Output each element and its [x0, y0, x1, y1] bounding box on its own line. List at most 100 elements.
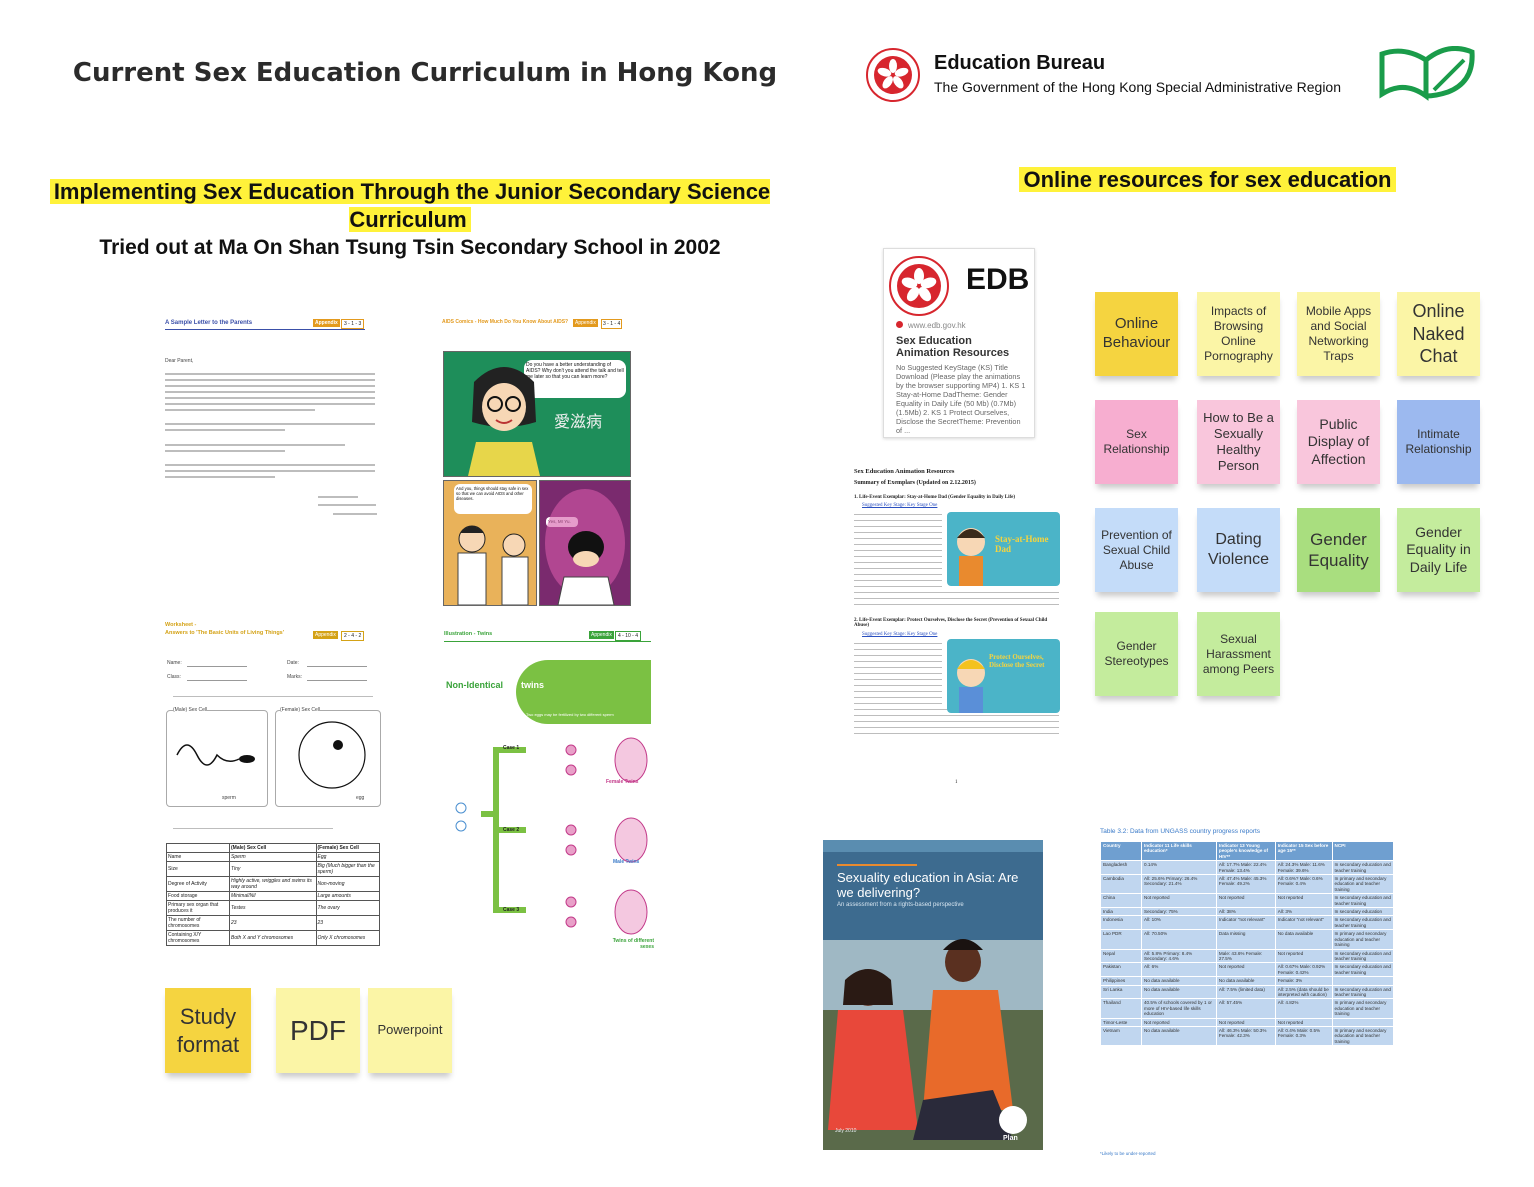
ungass-row: China Not reported Not reported Not reporte… [1100, 893, 1395, 909]
ungass-cell: In primary and secondary education and t… [1331, 1025, 1395, 1047]
resource-title[interactable]: Sex Education Animation Resources [896, 335, 1026, 359]
left-section-subtitle: Tried out at Ma On Shan Tsung Tsin Secon… [99, 236, 721, 259]
sticky-how-to-be-a-sexually-healthy-person[interactable]: How to Be a Sexually Healthy Person [1197, 400, 1280, 484]
ungass-row: Cambodia All: 25.6% Primary: 26.4% Second… [1100, 874, 1395, 895]
ungass-row: Thailand 40.5% of schools covered by 1 or… [1100, 998, 1395, 1019]
ungass-cell: Not reported [1141, 1017, 1217, 1027]
comic-panel-teacher: Do you have a better understanding of AI… [443, 351, 631, 477]
ungass-cell: Data missing [1215, 929, 1276, 950]
twins-banner-right: twins [521, 680, 545, 690]
anim-item-2-stage[interactable]: Suggested Key Stage: Key Stage One [862, 632, 937, 637]
ungass-cell: All: 17.7% Male: 22.4% Female: 13.4% [1215, 860, 1276, 876]
table-cell: Primary sex organ that produces it [166, 900, 230, 916]
worksheet-doc[interactable]: Worksheet - Answers to 'The Basic Units … [163, 620, 383, 960]
anim-thumb-2[interactable]: Protect Ourselves, Disclose the Secret [947, 639, 1060, 713]
ungass-cell: Not reported [1141, 893, 1217, 909]
ungass-header-cell: Country [1100, 840, 1142, 862]
table-cell: Non-moving [315, 876, 381, 892]
ungass-row: India Secondary: 75% All: 38% All: 3% In sec… [1100, 907, 1395, 917]
table-cell: Name [166, 852, 230, 862]
twins-illustration-doc[interactable]: Illustration - Twins Appendix 4 - 10 - 4… [441, 630, 654, 960]
sexuality-education-booklet[interactable]: Sexuality education in Asia: Are we deli… [823, 840, 1043, 1150]
letter-appendix-no: 3 - 1 - 3 [341, 319, 365, 329]
sticky-sexual-harassment-among-peers[interactable]: Sexual Harassment among Peers [1197, 612, 1280, 696]
sticky-gender-equality[interactable]: Gender Equality [1297, 508, 1380, 592]
booklet-subtitle: An assessment from a rights-based perspe… [837, 902, 964, 908]
ungass-cell: All: 24.3% Male: 11.6% Female: 39.6% [1274, 860, 1333, 876]
table-cell: Testes [229, 900, 317, 916]
ungass-cell: All: 0.6%? Male: 0.6% Female: 0.4% [1274, 874, 1333, 895]
sticky-online-behaviour[interactable]: Online Behaviour [1095, 292, 1178, 376]
anim-item-1-stage[interactable]: Suggested Key Stage: Key Stage One [862, 503, 937, 508]
letter-greeting: Dear Parent, [165, 358, 194, 364]
twins-banner: Two eggs may be fertilized by two differ… [516, 660, 651, 724]
sticky-intimate-relationship[interactable]: Intimate Relationship [1397, 400, 1480, 484]
table-cell: Highly active, wriggles and swims its wa… [229, 876, 317, 892]
comic-panel-student: Yes, Mr Yu. [539, 480, 631, 606]
ungass-cell: All: 4.82% [1274, 998, 1333, 1019]
ungass-cell: Indicator "not relevant" [1274, 915, 1333, 931]
edb-resource-card[interactable]: EDB www.edb.gov.hk Sex Education Animati… [883, 248, 1035, 438]
sticky-powerpoint[interactable]: Powerpoint [368, 988, 452, 1073]
sticky-gender-stereotypes[interactable]: Gender Stereotypes [1095, 612, 1178, 696]
sticky-mobile-apps-and-social-networking-traps[interactable]: Mobile Apps and Social Networking Traps [1297, 292, 1380, 376]
sticky-impacts-of-browsing-online-pornography[interactable]: Impacts of Browsing Online Pornography [1197, 292, 1280, 376]
table-cell: Large amounts [315, 891, 381, 901]
ungass-row: Timor-Leste Not reported Not reported Not r… [1100, 1017, 1395, 1027]
ungass-cell: Bangladesh [1100, 860, 1142, 876]
worksheet-heading-2: Answers to 'The Basic Units of Living Th… [165, 630, 285, 636]
aids-comic-doc[interactable]: AIDS Comics - How Much Do You Know About… [441, 318, 633, 608]
edb-name: Education Bureau [934, 52, 1106, 74]
table-cell: Big (Much bigger than the sperm) [315, 861, 381, 877]
comic-appendix-no: 3 - 1 - 4 [601, 319, 623, 329]
ungass-cell: No data available [1141, 984, 1217, 1000]
sticky-sex-relationship[interactable]: Sex Relationship [1095, 400, 1178, 484]
ungass-cell: All: 10% [1141, 915, 1217, 931]
right-section-title-text: Online resources for sex education [1019, 167, 1396, 192]
ungass-cell: All: 0.4% Male: 0.5% Female: 0.3% [1274, 1025, 1333, 1047]
sticky-public-display-of-affection[interactable]: Public Display of Affection [1297, 400, 1380, 484]
table-cell: Tiny [229, 861, 317, 877]
animation-summary-doc[interactable]: Sex Education Animation Resources Summar… [850, 462, 1065, 792]
ungass-cell: In primary and secondary education and t… [1331, 998, 1395, 1019]
ungass-cell: Indicator "not relevant" [1215, 915, 1276, 931]
ungass-cell: All: 57.45% [1215, 998, 1276, 1019]
sticky-prevention-of-sexual-child-abuse[interactable]: Prevention of Sexual Child Abuse [1095, 508, 1178, 592]
sample-letter-doc[interactable]: A Sample Letter to the Parents Appendix … [163, 318, 380, 523]
left-section-title-text: Implementing Sex Education Through the J… [49, 179, 771, 232]
ungass-table-doc[interactable]: Table 3.2: Data from UNGASS country prog… [1098, 826, 1398, 1166]
edb-government: The Government of the Hong Kong Special … [934, 79, 1342, 95]
sticky-study-format[interactable]: Study format [165, 988, 251, 1073]
date-label: Date: [287, 660, 299, 666]
site-favicon-icon [896, 321, 903, 328]
ungass-cell: In secondary education and teacher train… [1331, 860, 1395, 876]
ungass-row: Philippines No data available No data avai… [1100, 976, 1395, 986]
anim-doc-subtitle: Summary of Exemplars (Updated on 2.12.20… [854, 480, 976, 486]
female-cell-label: (Female) Sex Cell [280, 707, 321, 713]
sticky-gender-equality-in-daily-life[interactable]: Gender Equality in Daily Life [1397, 508, 1480, 592]
ungass-cell: Cambodia [1100, 874, 1142, 895]
table-row: The number of chromosomes 23 23 [166, 915, 381, 931]
table-cell: Both X and Y chromosomes [229, 930, 317, 946]
twins-appendix-no: 4 - 10 - 4 [615, 631, 642, 641]
male-cell-diagram: (Male) Sex Cell sperm [166, 707, 268, 807]
table-cell: 23 [315, 915, 381, 931]
sticky-online-naked-chat[interactable]: Online Naked Chat [1397, 292, 1480, 376]
ungass-cell: All: 25.6% Primary: 26.4% Secondary: 21.… [1141, 874, 1217, 895]
anim-doc-title: Sex Education Animation Resources [854, 468, 955, 475]
anim-thumb-1[interactable]: Stay-at-Home Dad [947, 512, 1060, 586]
hk-emblem-icon [889, 256, 949, 316]
male-cell-label: (Male) Sex Cell [173, 707, 208, 713]
ungass-table: Country Indicator 11 Life skills educatio… [1100, 840, 1395, 1047]
table-cell: Sperm [229, 852, 317, 862]
mixed-twins-label: Twins of different sexes [612, 938, 654, 950]
resource-url[interactable]: www.edb.gov.hk [908, 321, 966, 330]
sticky-pdf[interactable]: PDF [276, 988, 360, 1073]
right-section-title: Online resources for sex education [1000, 167, 1415, 193]
table-cell: Minimal/Nil [229, 891, 317, 901]
ungass-cell: Not reported [1274, 893, 1333, 909]
teacher-figure-icon [468, 367, 540, 476]
sticky-dating-violence[interactable]: Dating Violence [1197, 508, 1280, 592]
ungass-cell: In primary and secondary education and t… [1331, 874, 1395, 895]
comic-heading: AIDS Comics - How Much Do You Know About… [442, 319, 569, 325]
